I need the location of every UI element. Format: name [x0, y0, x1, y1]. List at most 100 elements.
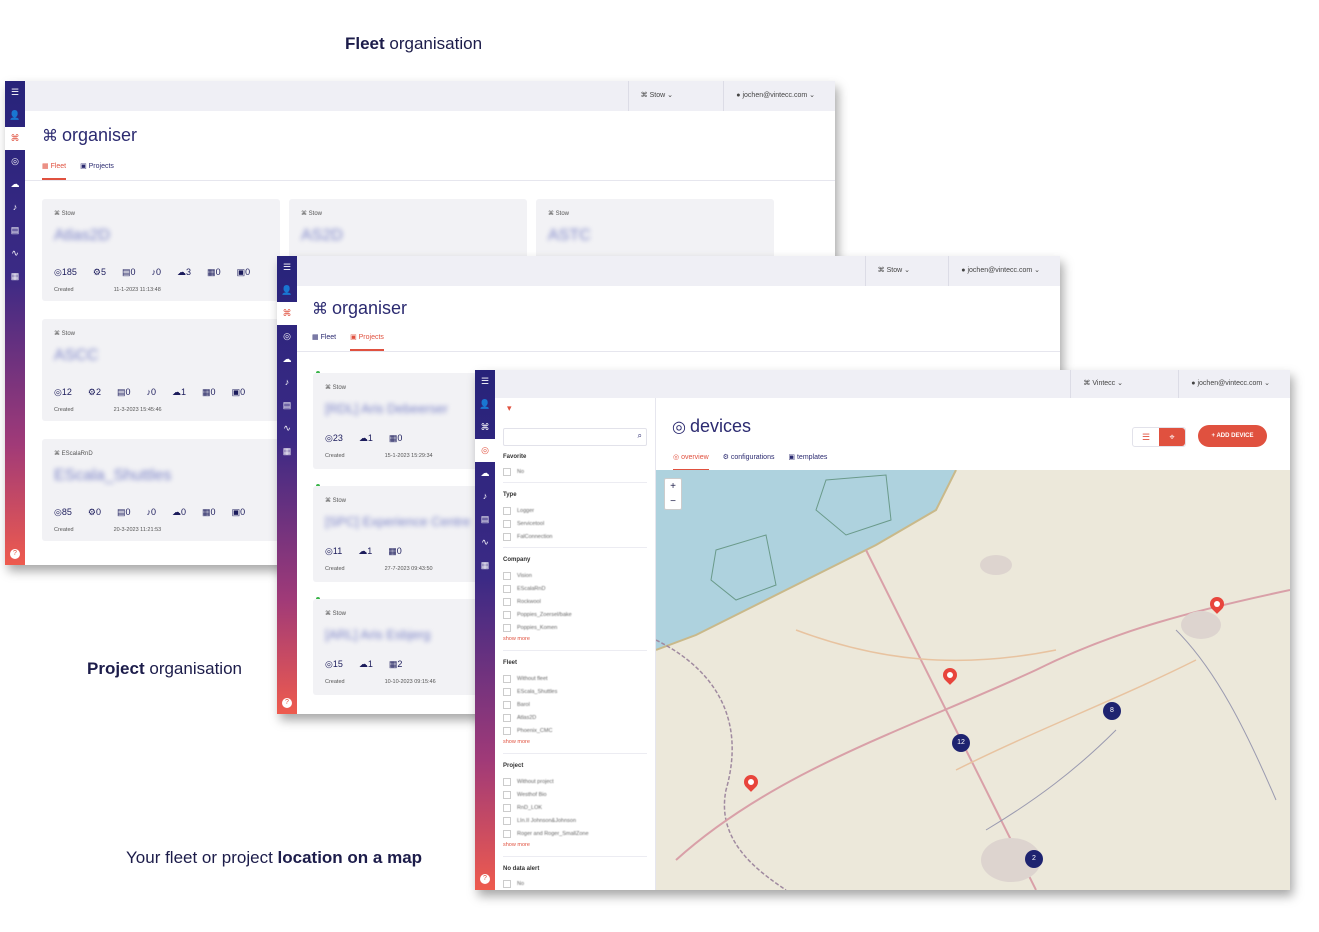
user-menu[interactable]: ● jochen@vintecc.com ⌄	[948, 256, 1052, 286]
filter-option[interactable]: Poppies_Komen	[503, 624, 557, 632]
list-view-icon[interactable]: ☰	[1133, 428, 1159, 446]
tab-templates[interactable]: ▣ templates	[788, 453, 827, 469]
card-name: ASCC	[54, 347, 99, 364]
filter-panel: ▾ ⌕ Favorite No Type Logger Servicetool …	[495, 398, 656, 890]
tab-projects[interactable]: ▣ Projects	[80, 162, 114, 178]
device-map[interactable]: + − 8 12 2	[656, 470, 1290, 890]
tab-divider	[25, 180, 835, 181]
logo-icon[interactable]: ☰	[475, 370, 495, 393]
organiser-icon[interactable]: ⌘	[475, 416, 495, 439]
filter-option[interactable]: LIn.II Johnson&Johnson	[503, 817, 576, 825]
zoom-in-button[interactable]: +	[665, 479, 681, 494]
table-icon[interactable]: ▦	[5, 265, 25, 288]
tab-configurations[interactable]: ⚙ configurations	[723, 453, 775, 469]
fleet-card[interactable]: ⌘ EScalaRnD EScala_Shuttles ◎85 ⚙0 ▤0 ♪0 ☁0 ▦…	[42, 439, 280, 541]
org-selector[interactable]: ⌘ Vintecc ⌄	[1070, 370, 1135, 398]
document-icon[interactable]: ▤	[277, 394, 297, 417]
table-count: ▦0	[207, 267, 221, 277]
bell-icon[interactable]: ♪	[475, 485, 495, 508]
filter-icon[interactable]: ▾	[507, 403, 512, 414]
filter-option[interactable]: Poppies_Zoersel/bake	[503, 611, 572, 619]
filter-option[interactable]: Westhof Bio	[503, 791, 547, 799]
filter-option[interactable]: RnD_LOK	[503, 804, 542, 812]
cloud-icon[interactable]: ☁	[277, 348, 297, 371]
show-more-link[interactable]: show more	[503, 636, 530, 642]
help-icon[interactable]: ?	[282, 698, 292, 708]
filter-option[interactable]: Rockwool	[503, 598, 541, 606]
filter-option[interactable]: No	[503, 880, 524, 888]
filter-option[interactable]: Without fleet	[503, 675, 548, 683]
organiser-icon[interactable]: ⌘	[277, 302, 297, 325]
river	[1175, 629, 1277, 801]
org-selector[interactable]: ⌘ Stow ⌄	[864, 256, 922, 286]
users-icon[interactable]: 👤	[475, 393, 495, 416]
filter-option[interactable]: EScala_Shuttles	[503, 688, 557, 696]
bell-icon[interactable]: ♪	[277, 371, 297, 394]
project-card[interactable]: ⌘ Stow [SPC] Experience Centre ◎11 ☁1 ▦0 C…	[313, 486, 478, 582]
document-icon[interactable]: ▤	[5, 219, 25, 242]
org-icon: ⌘	[1083, 380, 1093, 387]
show-more-link[interactable]: show more	[503, 842, 530, 848]
card-stats: ◎15 ☁1 ▦2	[325, 659, 403, 669]
device-cluster[interactable]: 8	[1103, 702, 1121, 720]
filter-option[interactable]: Phoenix_CMC	[503, 727, 552, 735]
tab-fleet[interactable]: ▦ Fleet	[42, 162, 67, 180]
table-icon[interactable]: ▦	[475, 554, 495, 577]
filter-option[interactable]: Vision	[503, 572, 532, 580]
devices-icon[interactable]: ◎	[5, 150, 25, 173]
user-menu[interactable]: ● jochen@vintecc.com ⌄	[723, 81, 827, 111]
map-view-icon[interactable]: ⌖	[1159, 428, 1185, 446]
chart-icon[interactable]: ∿	[475, 531, 495, 554]
device-cluster[interactable]: 2	[1025, 850, 1043, 868]
divider	[503, 482, 647, 483]
devices-count: ◎185	[54, 267, 77, 277]
bell-icon[interactable]: ♪	[5, 196, 25, 219]
filter-option[interactable]: Logger	[503, 507, 534, 515]
filter-option[interactable]: Without project	[503, 778, 554, 786]
sidebar: ☰ 👤 ⌘ ◎ ☁ ♪ ▤ ∿ ▦ ?	[5, 81, 25, 565]
devices-icon[interactable]: ◎	[475, 439, 495, 462]
config-count: ⚙5	[92, 267, 106, 277]
filter-option[interactable]: EScalaRnD	[503, 585, 545, 593]
cloud-icon[interactable]: ☁	[475, 462, 495, 485]
logo-icon[interactable]: ☰	[277, 256, 297, 279]
filter-option[interactable]: Barol	[503, 701, 530, 709]
device-cluster[interactable]: 12	[952, 734, 970, 752]
filter-heading: Company	[503, 557, 531, 563]
logo-icon[interactable]: ☰	[5, 81, 25, 104]
filter-option[interactable]: FalConnection	[503, 533, 552, 541]
filter-option[interactable]: Atlas2D	[503, 714, 536, 722]
chart-icon[interactable]: ∿	[277, 417, 297, 440]
project-card[interactable]: ⌘ Stow [ARL] Aris Esbjerg ◎15 ☁1 ▦2 Create…	[313, 599, 478, 695]
filter-option[interactable]: Servicetool	[503, 520, 544, 528]
devices-icon[interactable]: ◎	[277, 325, 297, 348]
users-icon[interactable]: 👤	[277, 279, 297, 302]
tab-projects[interactable]: ▣ Projects	[350, 333, 384, 351]
project-card[interactable]: ⌘ Stow [RDL] Aris Debeerser ◎23 ☁1 ▦0 Crea…	[313, 373, 478, 469]
users-icon[interactable]: 👤	[5, 104, 25, 127]
table-icon[interactable]: ▦	[277, 440, 297, 463]
help-icon[interactable]: ?	[480, 874, 490, 884]
tab-bar: ▦ Fleet ▣ Projects	[312, 333, 396, 351]
card-name: ASTC	[548, 227, 591, 244]
help-icon[interactable]: ?	[10, 549, 20, 559]
cloud-icon[interactable]: ☁	[5, 173, 25, 196]
org-selector[interactable]: ⌘ Stow ⌄	[627, 81, 685, 111]
search-input[interactable]: ⌕	[503, 428, 647, 446]
chart-icon[interactable]: ∿	[5, 242, 25, 265]
zoom-out-button[interactable]: −	[665, 494, 681, 509]
filter-option[interactable]: Roger and Roger_SmallZone	[503, 830, 589, 838]
sidebar: ☰ 👤 ⌘ ◎ ☁ ♪ ▤ ∿ ▦ ?	[475, 370, 495, 890]
tab-fleet[interactable]: ▦ Fleet	[312, 333, 336, 349]
org-icon: ⌘	[877, 267, 887, 274]
add-device-button[interactable]: + ADD DEVICE	[1198, 425, 1267, 447]
fleet-card[interactable]: ⌘ Stow Atlas2D ◎185 ⚙5 ▤0 ♪0 ☁3 ▦0 ▣0 Created 1…	[42, 199, 280, 301]
tab-overview[interactable]: ◎ overview	[673, 453, 709, 471]
user-menu[interactable]: ● jochen@vintecc.com ⌄	[1178, 370, 1282, 398]
show-more-link[interactable]: show more	[503, 739, 530, 745]
fleet-card[interactable]: ⌘ Stow ASCC ◎12 ⚙2 ▤0 ♪0 ☁1 ▦0 ▣0 Created 21-3-…	[42, 319, 280, 421]
tab-bar: ▦ Fleet ▣ Projects	[42, 162, 126, 180]
organiser-icon[interactable]: ⌘	[5, 127, 25, 150]
filter-option[interactable]: No	[503, 468, 524, 476]
document-icon[interactable]: ▤	[475, 508, 495, 531]
